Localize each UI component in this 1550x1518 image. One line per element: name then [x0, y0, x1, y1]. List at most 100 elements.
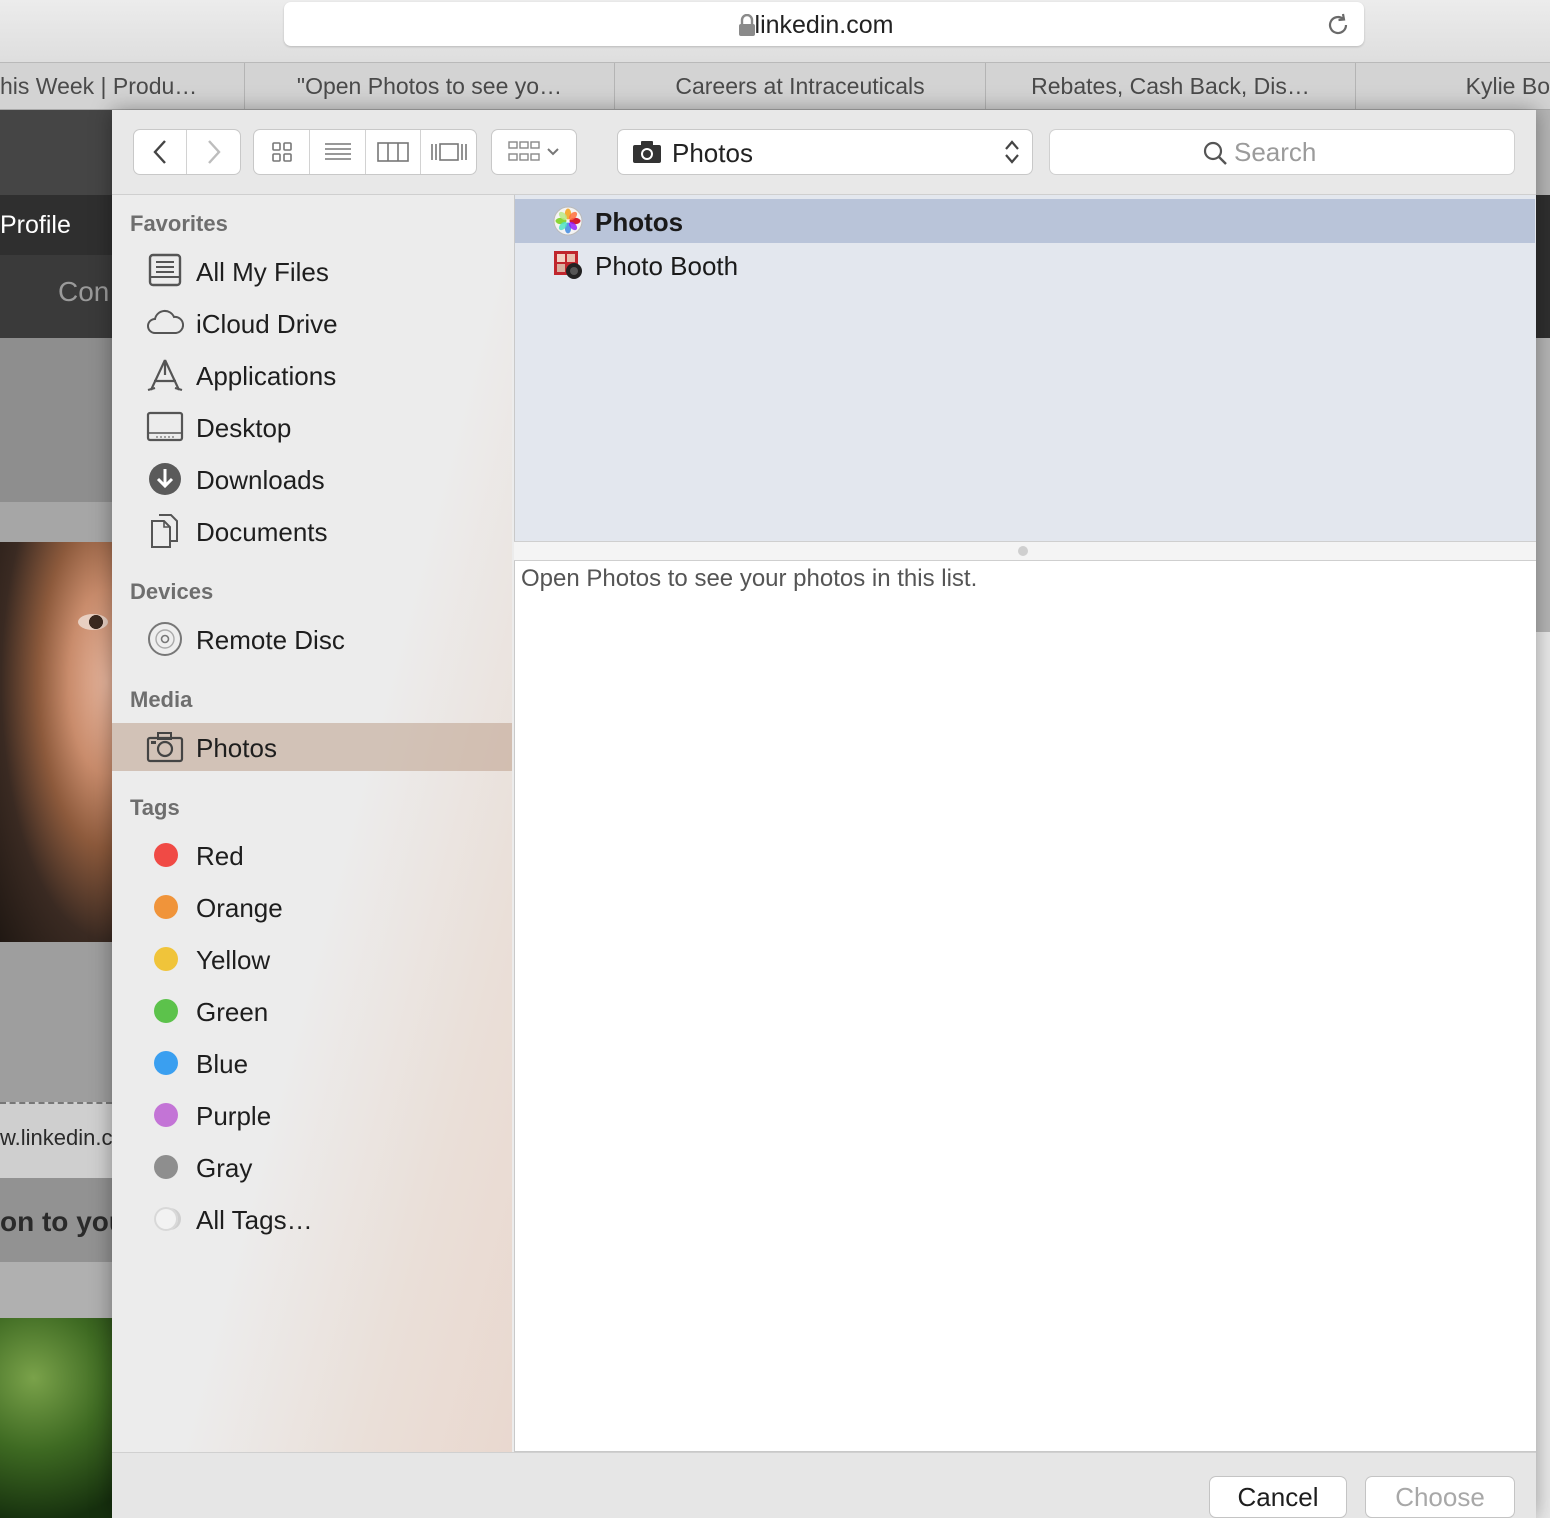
dialog-toolbar: Photos — [112, 110, 1536, 195]
search-field[interactable] — [1050, 130, 1514, 174]
list-item-label: Photo Booth — [595, 251, 739, 281]
sidebar-item-tag-blue[interactable]: Blue — [112, 1039, 512, 1087]
forward-button[interactable] — [187, 130, 240, 174]
list-view-button[interactable] — [310, 130, 366, 174]
cancel-button[interactable]: Cancel — [1210, 1477, 1346, 1517]
sidebar-section-tags: Tags — [130, 795, 180, 820]
list-item-photos[interactable]: Photos — [515, 199, 1535, 243]
tab-4[interactable]: Rebates, Cash Back, Dis… — [986, 63, 1356, 109]
photo-booth-icon — [554, 251, 582, 279]
sidebar-item-remote-disc[interactable]: Remote Disc — [112, 615, 512, 663]
lock-icon — [739, 14, 755, 36]
location-popup[interactable]: Photos — [618, 130, 1032, 174]
divider — [0, 1102, 112, 1104]
cloud-icon — [147, 309, 184, 334]
sidebar-section-devices: Devices — [130, 579, 214, 604]
info-message: Open Photos to see your photos in this l… — [521, 565, 978, 592]
applications-icon — [147, 359, 183, 392]
tag-color-dot-icon — [154, 1155, 178, 1179]
cover-flow-button[interactable] — [421, 130, 476, 174]
column-view-button[interactable] — [366, 130, 421, 174]
tag-color-dot-icon — [154, 843, 178, 867]
tab-1[interactable]: his Week | Produ… — [0, 63, 245, 109]
sidebar-section-media: Media — [130, 687, 193, 712]
divider-handle[interactable] — [1018, 546, 1028, 556]
sidebar-item-all-my-files[interactable]: All My Files — [112, 247, 512, 295]
sidebar-item-applications[interactable]: Applications — [112, 351, 512, 399]
file-open-dialog: Photos Favorites All My Files iClo — [112, 110, 1536, 1518]
cover-flow-icon — [430, 143, 467, 161]
background-image — [0, 1318, 112, 1518]
list-item-label: Photos — [595, 207, 684, 237]
media-info-pane: Open Photos to see your photos in this l… — [514, 561, 1536, 1452]
page-header — [0, 110, 112, 195]
sidebar-section-favorites: Favorites — [130, 211, 228, 236]
view-mode-selector — [254, 130, 476, 174]
sidebar-item-tag-gray[interactable]: Gray — [112, 1143, 512, 1191]
choose-button[interactable]: Choose — [1366, 1477, 1514, 1517]
address-bar[interactable]: linkedin.com — [284, 2, 1364, 46]
tag-color-dot-icon — [154, 1103, 178, 1127]
sidebar-item-label: Photos — [196, 733, 277, 763]
back-button[interactable] — [134, 130, 187, 174]
page-nav — [1536, 195, 1550, 338]
sidebar-item-tag-red[interactable]: Red — [112, 831, 512, 879]
sidebar-item-label: Remote Disc — [196, 625, 345, 655]
list-item-photo-booth[interactable]: Photo Booth — [515, 243, 1535, 287]
camera-icon — [633, 141, 661, 163]
tab-bar: his Week | Produ… "Open Photos to see yo… — [0, 62, 1550, 110]
sidebar-item-label: Applications — [196, 361, 337, 391]
page-panel — [0, 338, 112, 502]
sidebar-item-label: All My Files — [196, 257, 329, 287]
sidebar-item-documents[interactable]: Documents — [112, 507, 512, 555]
sidebar: Favorites All My Files iCloud Drive Appl… — [112, 195, 512, 1452]
location-label: Photos — [672, 138, 753, 168]
tag-color-dot-icon — [154, 947, 178, 971]
documents-icon — [151, 514, 178, 548]
photos-app-icon — [553, 206, 583, 236]
sidebar-item-downloads[interactable]: Downloads — [112, 455, 512, 503]
tab-3[interactable]: Careers at Intraceuticals — [615, 63, 986, 109]
profile-url[interactable]: w.linkedin.c — [0, 1125, 113, 1151]
sidebar-item-tag-yellow[interactable]: Yellow — [112, 935, 512, 983]
sidebar-item-label: Yellow — [196, 945, 271, 975]
nav-profile-link[interactable]: Profile — [0, 195, 112, 255]
sidebar-item-label: Gray — [196, 1153, 253, 1183]
address-text: linkedin.com — [754, 11, 894, 39]
tab-2[interactable]: "Open Photos to see yo… — [245, 63, 615, 109]
sidebar-item-desktop[interactable]: Desktop — [112, 403, 512, 451]
sidebar-item-tag-all-tags[interactable]: All Tags… — [112, 1195, 512, 1243]
sidebar-item-label: Red — [196, 841, 244, 871]
sidebar-item-icloud-drive[interactable]: iCloud Drive — [112, 299, 512, 347]
split-view-divider[interactable] — [514, 541, 1536, 561]
arrange-button[interactable] — [492, 130, 576, 174]
sidebar-item-label: Purple — [196, 1101, 272, 1131]
all-tags-icon — [154, 1207, 178, 1231]
camera-icon — [146, 732, 184, 763]
grid-icon — [271, 142, 292, 162]
download-icon — [149, 463, 181, 495]
sidebar-item-tag-purple[interactable]: Purple — [112, 1091, 512, 1139]
sidebar-item-label: Orange — [196, 893, 283, 923]
reload-icon[interactable] — [1324, 11, 1352, 39]
sidebar-item-tag-green[interactable]: Green — [112, 987, 512, 1035]
tag-color-dot-icon — [154, 895, 178, 919]
columns-icon — [377, 142, 409, 162]
chevron-down-icon — [547, 148, 559, 156]
icon-view-button[interactable] — [254, 130, 310, 174]
search-input[interactable] — [1234, 130, 1494, 174]
tab-5[interactable]: Kylie Bo — [1356, 63, 1550, 109]
up-down-arrows-icon — [1005, 140, 1019, 164]
sidebar-item-tag-orange[interactable]: Orange — [112, 883, 512, 931]
all-files-icon — [148, 253, 182, 287]
sidebar-item-photos[interactable]: Photos — [112, 723, 512, 771]
disc-icon — [148, 622, 182, 656]
sidebar-item-label: All Tags… — [196, 1205, 313, 1235]
search-icon — [1203, 141, 1227, 165]
dialog-footer: Cancel Choose — [112, 1452, 1536, 1518]
page-panel — [1536, 632, 1550, 1518]
nav-connections-link[interactable]: Con — [58, 276, 109, 308]
page-heading: on to you — [0, 1206, 126, 1237]
sidebar-item-label: iCloud Drive — [196, 309, 338, 339]
page-panel — [0, 502, 112, 542]
